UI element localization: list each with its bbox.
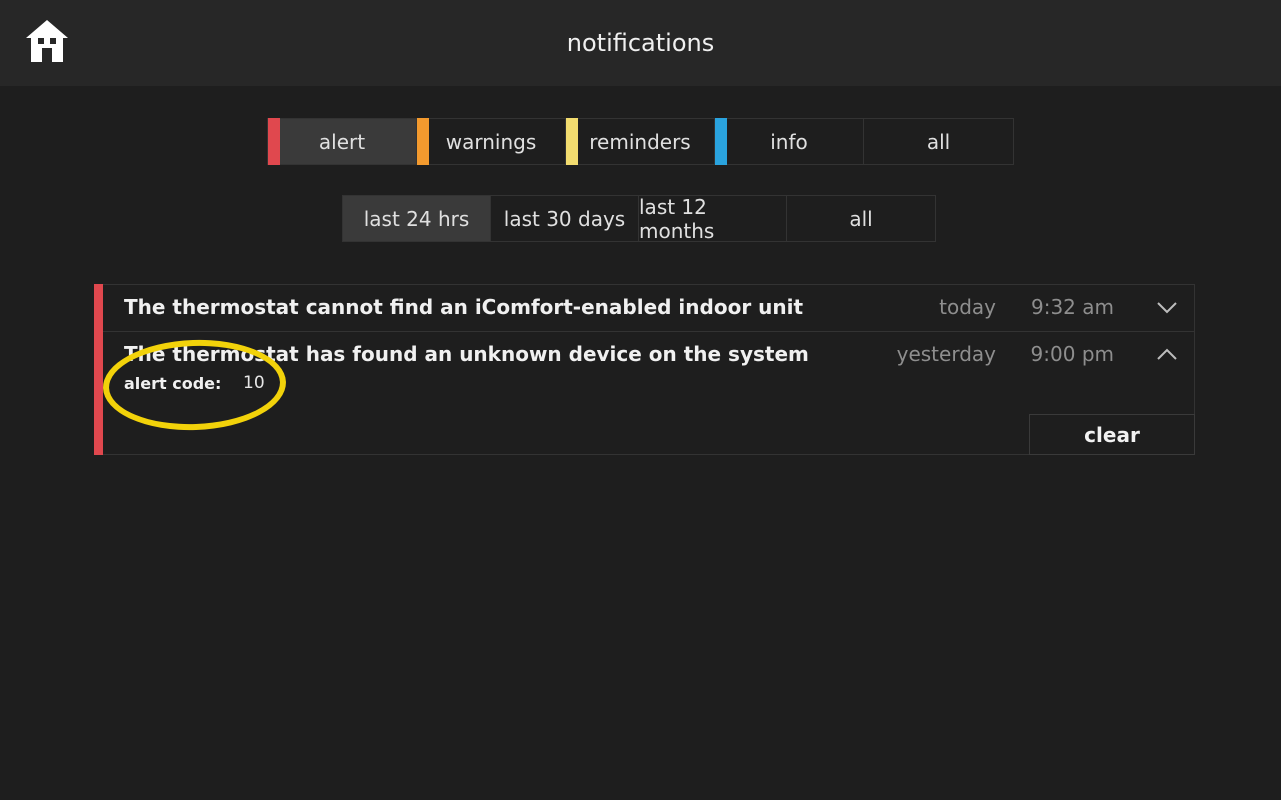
filter-warnings[interactable]: warnings <box>417 118 566 165</box>
time-filter-bar: last 24 hrs last 30 days last 12 months … <box>342 194 936 243</box>
alert-color-stripe <box>268 118 280 165</box>
home-icon <box>26 20 68 62</box>
chevron-down-icon[interactable] <box>1156 299 1178 315</box>
notification-row-expanded[interactable]: The thermostat has found an unknown devi… <box>94 331 1195 455</box>
page-title: notifications <box>566 29 715 57</box>
alert-code-value: 10 <box>243 373 265 393</box>
filter-last-12-months[interactable]: last 12 months <box>639 194 787 243</box>
filter-label: last 30 days <box>503 206 626 231</box>
reminders-color-stripe <box>566 118 578 165</box>
filter-last-30-days[interactable]: last 30 days <box>491 196 639 241</box>
type-filter-bar: alert warnings reminders info all <box>267 118 1014 165</box>
notification-time: 9:32 am <box>1030 295 1114 319</box>
alert-severity-bar <box>94 331 103 455</box>
filter-label: last 12 months <box>639 194 715 243</box>
filter-label: warnings <box>445 129 537 154</box>
notification-day: yesterday <box>896 342 996 366</box>
filter-all-types[interactable]: all <box>864 119 1013 164</box>
notification-message: The thermostat has found an unknown devi… <box>124 342 809 366</box>
filter-reminders[interactable]: reminders <box>566 118 715 165</box>
home-button[interactable] <box>24 18 70 64</box>
filter-label: alert <box>318 129 366 154</box>
notification-message: The thermostat cannot find an iComfort-e… <box>124 295 804 319</box>
notification-day: today <box>939 295 996 319</box>
filter-alert[interactable]: alert <box>268 118 417 165</box>
filter-all-time[interactable]: all <box>787 196 935 241</box>
clear-button[interactable]: clear <box>1029 414 1195 455</box>
info-color-stripe <box>715 118 727 165</box>
notification-list: The thermostat cannot find an iComfort-e… <box>94 284 1195 455</box>
filter-label: all <box>926 129 951 154</box>
filter-label: info <box>770 129 808 154</box>
filter-last-24-hrs[interactable]: last 24 hrs <box>343 196 491 241</box>
notification-time: 9:00 pm <box>1030 342 1114 366</box>
alert-code-label: alert code: <box>124 374 222 393</box>
header-bar: notifications <box>0 0 1281 86</box>
filter-info[interactable]: info <box>715 118 864 165</box>
notification-row[interactable]: The thermostat cannot find an iComfort-e… <box>94 284 1195 332</box>
warnings-color-stripe <box>417 118 429 165</box>
filter-label: all <box>849 206 873 231</box>
filter-label: reminders <box>589 129 691 154</box>
filter-label: last 24 hrs <box>363 206 470 231</box>
alert-severity-bar <box>94 284 103 332</box>
chevron-up-icon[interactable] <box>1156 346 1178 362</box>
